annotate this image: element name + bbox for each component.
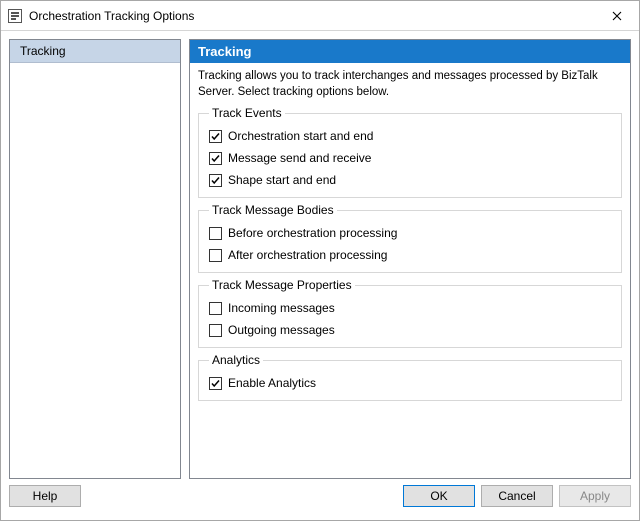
checkbox-label: Before orchestration processing [228, 226, 397, 240]
checkbox-label: Shape start and end [228, 173, 336, 187]
checkbox-icon [209, 227, 222, 240]
checkbox-outgoing-messages[interactable]: Outgoing messages [209, 323, 611, 337]
content-panel: Tracking Tracking allows you to track in… [189, 39, 631, 479]
panel-header: Tracking [190, 40, 630, 63]
window-title: Orchestration Tracking Options [29, 9, 594, 23]
checkbox-shape-start-end[interactable]: Shape start and end [209, 173, 611, 187]
checkbox-icon [209, 174, 222, 187]
group-track-bodies: Track Message Bodies Before orchestratio… [198, 203, 622, 273]
group-track-events-legend: Track Events [209, 106, 285, 120]
checkbox-label: Enable Analytics [228, 376, 316, 390]
panel-description: Tracking allows you to track interchange… [198, 69, 622, 100]
checkbox-label: After orchestration processing [228, 248, 387, 262]
checkbox-enable-analytics[interactable]: Enable Analytics [209, 376, 611, 390]
group-track-bodies-legend: Track Message Bodies [209, 203, 337, 217]
checkbox-icon [209, 152, 222, 165]
group-track-properties: Track Message Properties Incoming messag… [198, 278, 622, 348]
nav-item-tracking[interactable]: Tracking [10, 40, 180, 63]
checkbox-icon [209, 130, 222, 143]
apply-button[interactable]: Apply [559, 485, 631, 507]
group-analytics: Analytics Enable Analytics [198, 353, 622, 401]
checkbox-icon [209, 302, 222, 315]
titlebar: Orchestration Tracking Options [1, 1, 639, 31]
checkbox-label: Incoming messages [228, 301, 335, 315]
checkbox-orch-start-end[interactable]: Orchestration start and end [209, 129, 611, 143]
checkbox-incoming-messages[interactable]: Incoming messages [209, 301, 611, 315]
checkbox-after-processing[interactable]: After orchestration processing [209, 248, 611, 262]
close-icon [612, 11, 622, 21]
checkbox-icon [209, 249, 222, 262]
category-list: Tracking [9, 39, 181, 479]
checkbox-label: Orchestration start and end [228, 129, 373, 143]
dialog-footer: Help OK Cancel Apply [1, 480, 639, 520]
ok-button[interactable]: OK [403, 485, 475, 507]
dialog-body: Tracking Tracking Tracking allows you to… [1, 31, 639, 480]
group-analytics-legend: Analytics [209, 353, 263, 367]
group-track-events: Track Events Orchestration start and end… [198, 106, 622, 198]
group-track-properties-legend: Track Message Properties [209, 278, 355, 292]
app-icon [7, 8, 23, 24]
close-button[interactable] [594, 1, 639, 30]
checkbox-label: Message send and receive [228, 151, 371, 165]
cancel-button[interactable]: Cancel [481, 485, 553, 507]
checkbox-icon [209, 377, 222, 390]
checkbox-before-processing[interactable]: Before orchestration processing [209, 226, 611, 240]
panel-body: Tracking allows you to track interchange… [190, 63, 630, 414]
help-button[interactable]: Help [9, 485, 81, 507]
checkbox-msg-send-receive[interactable]: Message send and receive [209, 151, 611, 165]
checkbox-icon [209, 324, 222, 337]
checkbox-label: Outgoing messages [228, 323, 335, 337]
dialog-window: Orchestration Tracking Options Tracking … [0, 0, 640, 521]
